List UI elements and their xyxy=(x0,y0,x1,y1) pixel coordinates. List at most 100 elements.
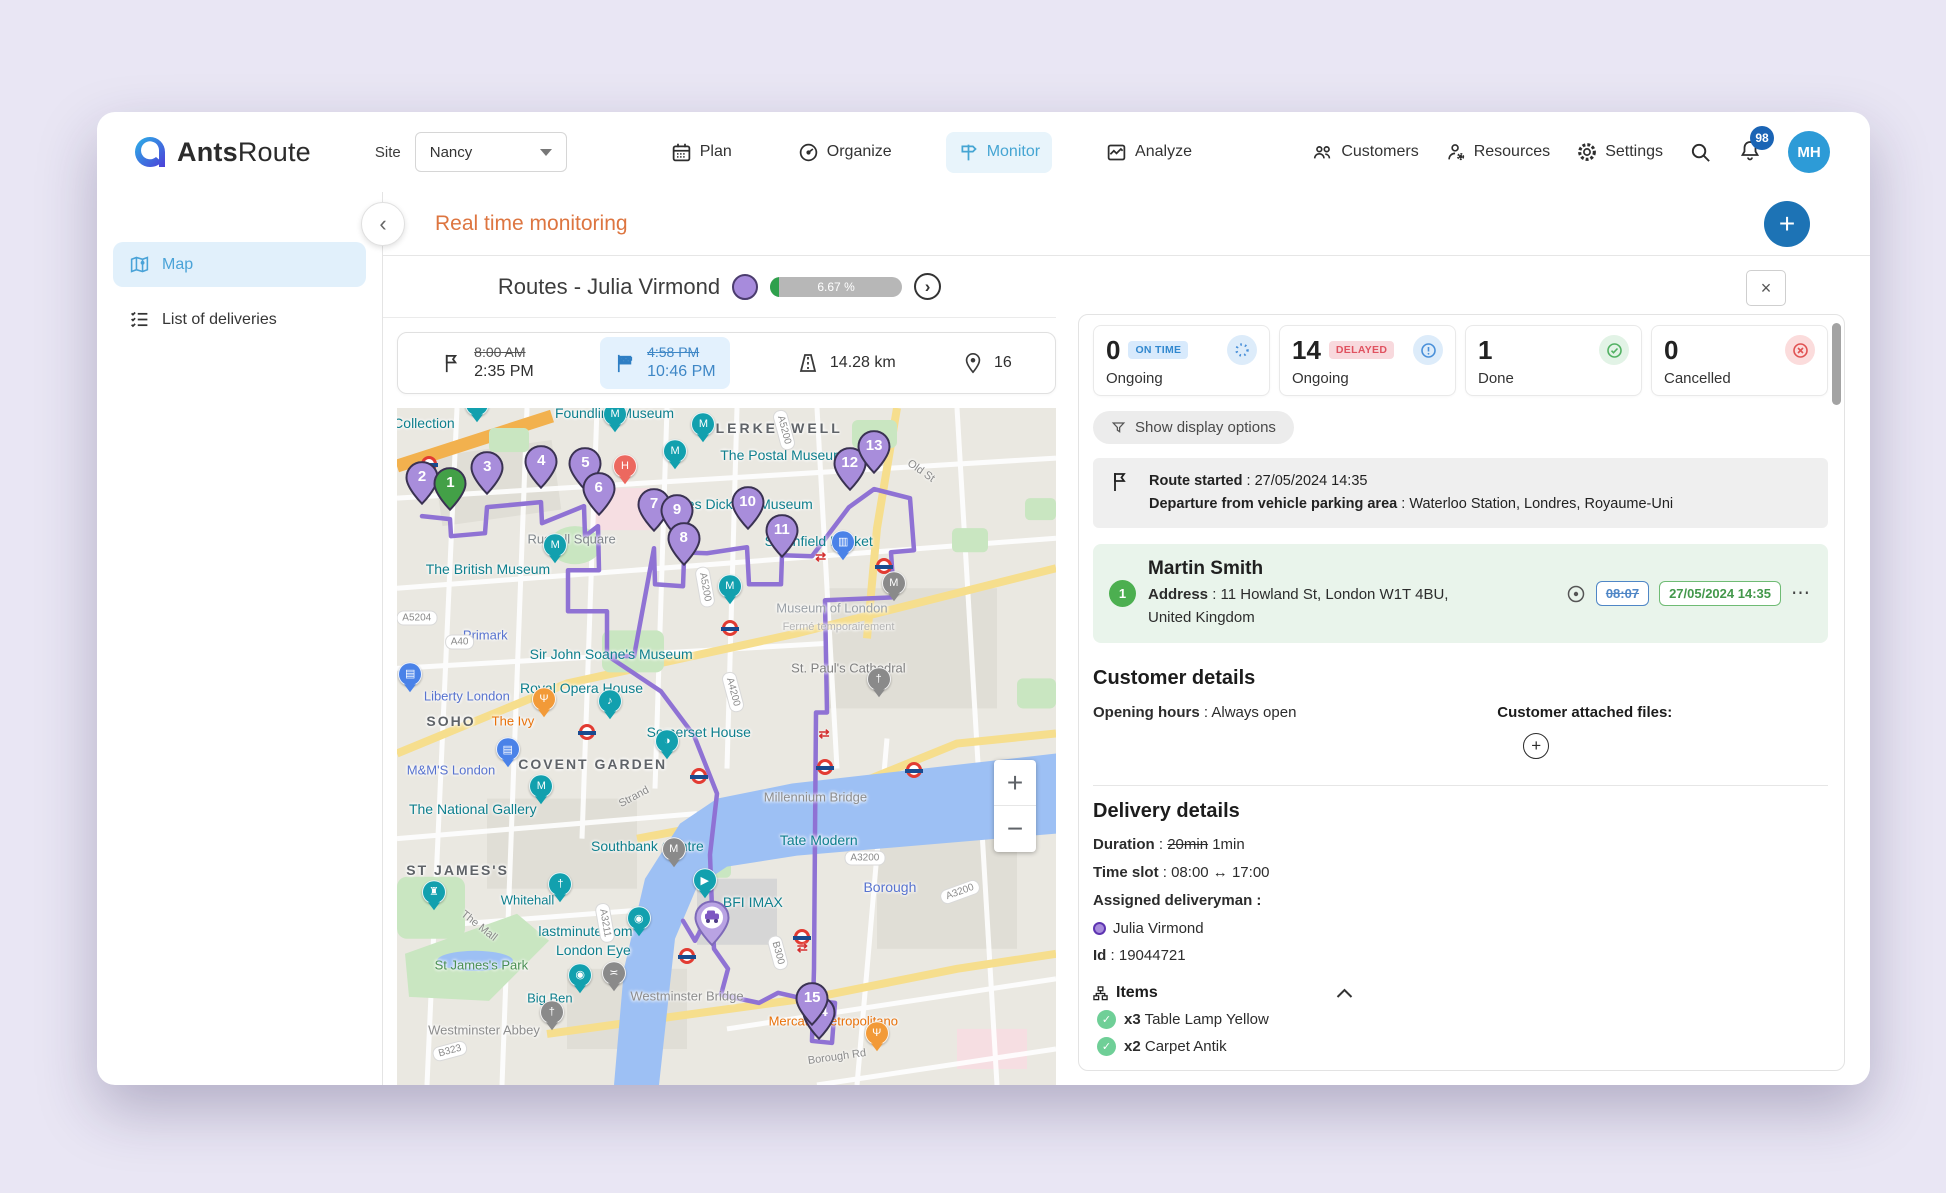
section-divider xyxy=(1093,785,1828,786)
poi-pin[interactable]: ◉ xyxy=(568,963,592,987)
collapse-items-button[interactable] xyxy=(1336,988,1353,999)
status-cards-row: 0 ON TIME Ongoing 14 xyxy=(1093,325,1828,396)
site-selector-group: Site Nancy xyxy=(375,132,567,172)
map-label: The Ivy xyxy=(492,713,535,728)
road-icon xyxy=(796,351,820,375)
stop-marker-13[interactable]: 13 xyxy=(857,430,891,474)
stat-stops: 16 xyxy=(962,352,1012,374)
status-card-done[interactable]: 1 Done xyxy=(1465,325,1642,396)
user-avatar[interactable]: MH xyxy=(1788,131,1830,173)
gauge-icon xyxy=(798,142,819,163)
ontime-label: Ongoing xyxy=(1106,370,1257,387)
tab-plan[interactable]: Plan xyxy=(659,132,744,173)
poi-pin[interactable]: ▶ xyxy=(693,869,717,893)
close-panel-button[interactable]: × xyxy=(1746,270,1786,306)
poi-pin[interactable]: ◉ xyxy=(627,907,651,931)
poi-pin[interactable]: † xyxy=(540,1001,564,1025)
map-overlays: Foundling Museume CollectionCLERKENWELLT… xyxy=(397,408,1056,1085)
route-started-label: Route started xyxy=(1149,473,1242,489)
sidebar-item-map[interactable]: Map xyxy=(113,242,366,287)
poi-pin[interactable]: Ψ xyxy=(532,687,556,711)
road-shield: A3200 xyxy=(939,878,983,906)
poi-pin[interactable]: M xyxy=(529,775,553,799)
start-planned-time: 8:00 AM xyxy=(474,344,534,362)
stop-marker-10[interactable]: 10 xyxy=(731,487,765,531)
nav-customers[interactable]: Customers xyxy=(1312,141,1418,163)
poi-pin[interactable]: † xyxy=(867,667,891,691)
stop-marker-4[interactable]: 4 xyxy=(524,445,558,489)
road-shield: A5204 xyxy=(397,610,437,625)
poi-pin[interactable]: ♜ xyxy=(422,880,446,904)
status-card-delayed[interactable]: 14 DELAYED Ongoing xyxy=(1279,325,1456,396)
poi-pin[interactable]: † xyxy=(548,872,572,896)
item-name: Table Lamp Yellow xyxy=(1145,1011,1269,1028)
poi-pin[interactable]: ◑ xyxy=(655,729,679,753)
stop-marker-15[interactable]: 15 xyxy=(795,982,829,1026)
map-label: e Collection xyxy=(397,415,455,431)
road-name: Strand xyxy=(617,784,651,810)
poi-pin[interactable]: ▤ xyxy=(496,737,520,761)
rail-icon: ⇄ xyxy=(797,940,808,956)
add-button[interactable]: + xyxy=(1764,201,1810,247)
tab-organize[interactable]: Organize xyxy=(786,132,904,173)
map-canvas[interactable]: Foundling Museume CollectionCLERKENWELLT… xyxy=(397,408,1056,1085)
nav-resources[interactable]: Resources xyxy=(1445,141,1550,163)
routes-title: Routes - Julia Virmond xyxy=(498,274,720,300)
poi-pin[interactable]: ♪ xyxy=(598,689,622,713)
stop-marker-6[interactable]: 6 xyxy=(582,472,616,516)
driver-color-dot xyxy=(1093,922,1106,935)
target-icon[interactable] xyxy=(1566,584,1586,604)
route-progress-bar[interactable]: 6.67 % xyxy=(770,277,902,297)
site-select[interactable]: Nancy xyxy=(415,132,567,172)
poi-pin[interactable]: M xyxy=(718,574,742,598)
tab-analyze[interactable]: Analyze xyxy=(1094,132,1204,173)
stop-marker-8[interactable]: 8 xyxy=(667,522,701,566)
actual-time-chip: 27/05/2024 14:35 xyxy=(1659,581,1781,606)
road-shield: B323 xyxy=(431,1039,469,1063)
departure-label: Departure from vehicle parking area xyxy=(1149,496,1397,512)
zoom-in-button[interactable]: + xyxy=(994,760,1036,806)
status-card-ontime[interactable]: 0 ON TIME Ongoing xyxy=(1093,325,1270,396)
stop-menu-button[interactable]: ⋯ xyxy=(1791,582,1812,605)
road-shield: B300 xyxy=(766,934,790,972)
poi-pin[interactable]: M xyxy=(691,412,715,436)
show-display-options-button[interactable]: Show display options xyxy=(1093,411,1294,444)
poi-pin[interactable]: M xyxy=(663,439,687,463)
zoom-out-button[interactable]: − xyxy=(994,806,1036,852)
stop-marker-1[interactable]: 1 xyxy=(433,467,467,511)
poi-pin[interactable]: H xyxy=(613,454,637,478)
panel-scrollbar[interactable] xyxy=(1832,323,1841,405)
customers-icon xyxy=(1312,141,1334,163)
tab-monitor[interactable]: Monitor xyxy=(946,132,1052,173)
back-button[interactable]: ‹ xyxy=(361,202,405,246)
stop-marker-11[interactable]: 11 xyxy=(765,514,799,558)
stop-marker-3[interactable]: 3 xyxy=(470,451,504,495)
item-qty: x3 xyxy=(1124,1011,1141,1028)
poi-pin[interactable]: M xyxy=(662,838,686,862)
add-file-button[interactable]: + xyxy=(1523,733,1549,759)
poi-pin[interactable]: M xyxy=(603,408,627,426)
check-circle-icon xyxy=(1599,335,1629,365)
poi-pin[interactable]: M xyxy=(882,571,906,595)
status-card-cancelled[interactable]: 0 Cancelled xyxy=(1651,325,1828,396)
notifications-button[interactable]: 98 xyxy=(1738,138,1762,167)
next-route-button[interactable]: › xyxy=(914,273,941,300)
poi-pin[interactable]: Ψ xyxy=(865,1021,889,1045)
sidebar-item-deliveries[interactable]: List of deliveries xyxy=(113,297,366,342)
map-icon xyxy=(129,254,150,275)
top-navbar: AntsRoute Site Nancy Plan Organize xyxy=(97,112,1870,192)
poi-pin[interactable]: ≍ xyxy=(602,961,626,985)
nav-settings[interactable]: Settings xyxy=(1576,141,1663,163)
stop-card-martin-smith[interactable]: 1 Martin Smith Address : 11 Howland St, … xyxy=(1093,544,1828,643)
vehicle-marker[interactable] xyxy=(694,900,730,946)
rail-icon: ⇄ xyxy=(819,726,830,742)
route-stats-bar: 8:00 AM 2:35 PM 4:58 PM xyxy=(397,332,1056,394)
notification-badge: 98 xyxy=(1750,126,1774,150)
poi-pin[interactable]: M xyxy=(465,408,489,416)
search-button[interactable] xyxy=(1689,141,1712,164)
poi-pin[interactable]: ▤ xyxy=(398,662,422,686)
brand-logo[interactable]: AntsRoute xyxy=(133,135,311,169)
poi-pin[interactable]: M xyxy=(543,533,567,557)
poi-pin[interactable]: ▥ xyxy=(831,530,855,554)
map-label: COVENT GARDEN xyxy=(518,756,667,772)
